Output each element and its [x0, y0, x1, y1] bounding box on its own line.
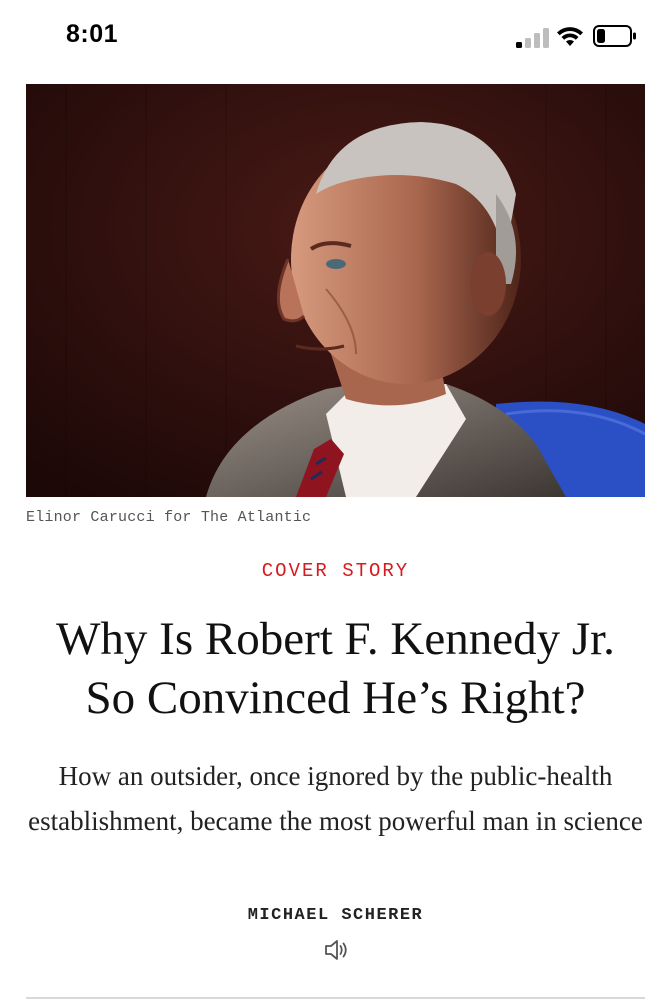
cellular-signal-icon	[516, 28, 549, 48]
headline-line-1: Why Is Robert F. Kennedy Jr.	[56, 613, 615, 665]
article-headline: Why Is Robert F. Kennedy Jr. So Convince…	[20, 610, 651, 728]
status-bar: 8:01	[0, 0, 671, 72]
article-dek: How an outsider, once ignored by the pub…	[28, 761, 643, 836]
speaker-icon[interactable]	[323, 937, 349, 963]
headline-line-2: So Convinced He’s Right?	[85, 672, 586, 724]
section-kicker[interactable]: COVER STORY	[0, 560, 671, 582]
hero-photo[interactable]	[26, 84, 645, 497]
article-byline[interactable]: MICHAEL SCHERER	[0, 906, 671, 925]
battery-icon	[593, 25, 636, 47]
section-divider	[26, 997, 645, 999]
photo-credit: Elinor Carucci for The Atlantic	[26, 509, 312, 526]
status-time: 8:01	[66, 20, 119, 48]
portrait-illustration	[26, 84, 645, 497]
wifi-icon	[557, 27, 583, 46]
